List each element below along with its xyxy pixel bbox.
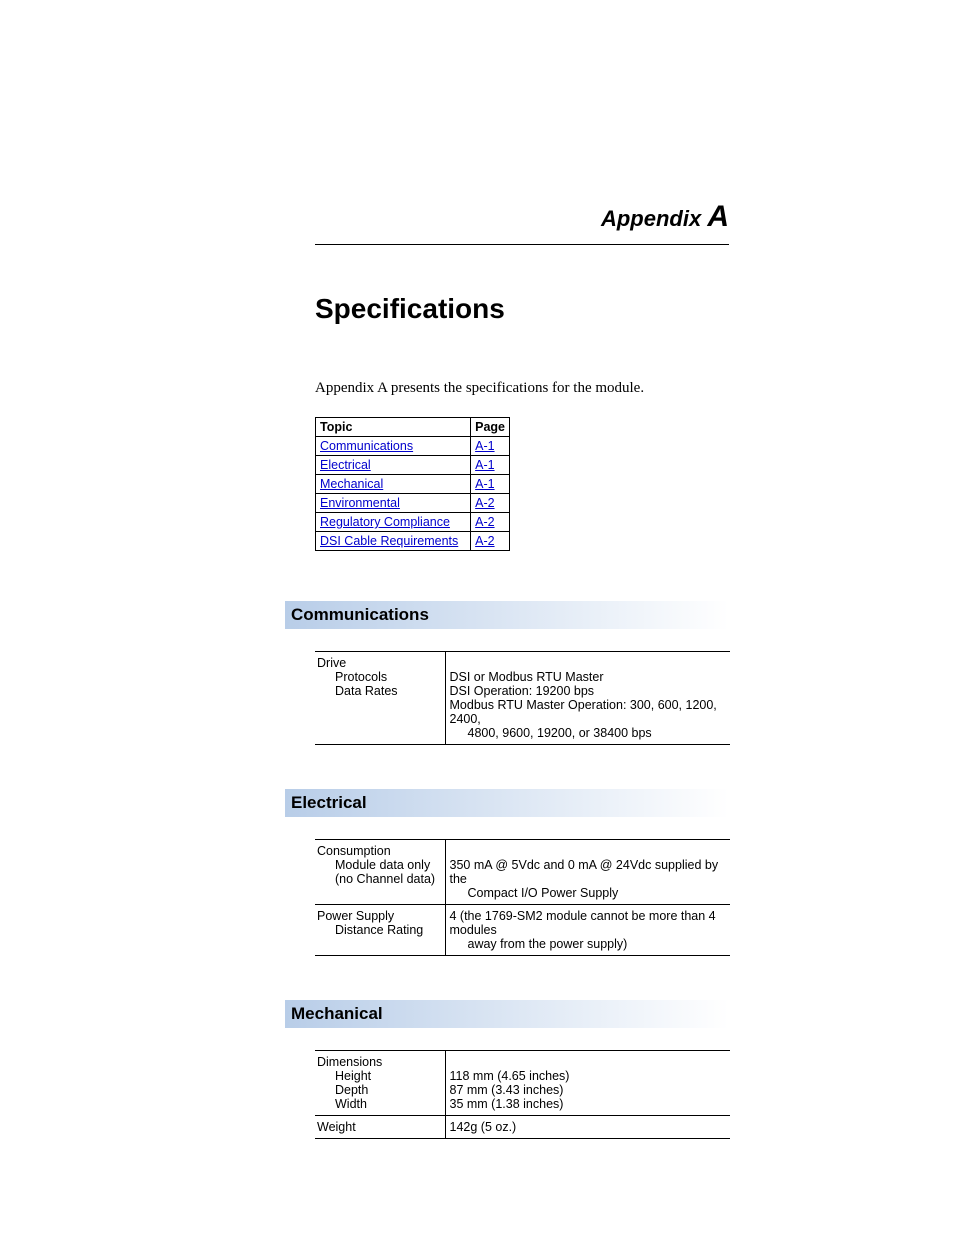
section-heading-mechanical: Mechanical xyxy=(285,1000,729,1028)
label-drive: Drive xyxy=(317,656,346,670)
val-height: 118 mm (4.65 inches) xyxy=(450,1069,570,1083)
page-link[interactable]: A-1 xyxy=(475,439,494,453)
appendix-letter: A xyxy=(707,200,729,233)
table-row: DSI Cable Requirements A-2 xyxy=(316,532,510,551)
section-heading-electrical: Electrical xyxy=(285,789,729,817)
label-module-data: Module data only xyxy=(317,858,441,872)
table-row: Regulatory Compliance A-2 xyxy=(316,513,510,532)
label-dimensions: Dimensions xyxy=(317,1055,382,1069)
topic-link-dsi-cable[interactable]: DSI Cable Requirements xyxy=(320,534,458,548)
page-link[interactable]: A-1 xyxy=(475,477,494,491)
table-row: Communications A-1 xyxy=(316,437,510,456)
page-link[interactable]: A-2 xyxy=(475,496,494,510)
topic-link-electrical[interactable]: Electrical xyxy=(320,458,371,472)
label-protocols: Protocols xyxy=(317,670,441,684)
label-weight: Weight xyxy=(317,1120,356,1134)
label-consumption: Consumption xyxy=(317,844,391,858)
topic-header-page: Page xyxy=(471,418,510,437)
table-row: Environmental A-2 xyxy=(316,494,510,513)
val-protocols: DSI or Modbus RTU Master xyxy=(450,670,604,684)
label-distance-rating: Distance Rating xyxy=(317,923,441,937)
table-row: Mechanical A-1 xyxy=(316,475,510,494)
label-power-supply: Power Supply xyxy=(317,909,394,923)
mechanical-table: Dimensions Height Depth Width 118 mm (4.… xyxy=(315,1050,730,1139)
page-link[interactable]: A-2 xyxy=(475,515,494,529)
page-title: Specifications xyxy=(315,293,729,325)
section-heading-communications: Communications xyxy=(285,601,729,629)
val-consumption2: Compact I/O Power Supply xyxy=(450,886,729,900)
page-link[interactable]: A-1 xyxy=(475,458,494,472)
label-no-channel: (no Channel data) xyxy=(317,872,441,886)
topic-link-mechanical[interactable]: Mechanical xyxy=(320,477,383,491)
communications-table: Drive Protocols Data Rates DSI or Modbus… xyxy=(315,651,730,745)
electrical-table: Consumption Module data only (no Channel… xyxy=(315,839,730,956)
appendix-label: Appendix xyxy=(601,206,701,231)
val-ps-dist2: away from the power supply) xyxy=(450,937,729,951)
topic-link-regulatory[interactable]: Regulatory Compliance xyxy=(320,515,450,529)
label-height: Height xyxy=(317,1069,441,1083)
val-modbus-op: Modbus RTU Master Operation: 300, 600, 1… xyxy=(450,698,717,726)
val-modbus-op2: 4800, 9600, 19200, or 38400 bps xyxy=(450,726,729,740)
label-depth: Depth xyxy=(317,1083,441,1097)
val-consumption: 350 mA @ 5Vdc and 0 mA @ 24Vdc supplied … xyxy=(450,858,719,886)
val-ps-dist: 4 (the 1769-SM2 module cannot be more th… xyxy=(450,909,716,937)
intro-text: Appendix A presents the specifications f… xyxy=(315,380,729,397)
val-depth: 87 mm (3.43 inches) xyxy=(450,1083,564,1097)
appendix-header: Appendix A xyxy=(315,200,729,245)
table-row: Electrical A-1 xyxy=(316,456,510,475)
topic-link-environmental[interactable]: Environmental xyxy=(320,496,400,510)
topic-table: Topic Page Communications A-1 Electrical… xyxy=(315,417,510,551)
topic-link-communications[interactable]: Communications xyxy=(320,439,413,453)
label-width: Width xyxy=(317,1097,441,1111)
val-dsi-op: DSI Operation: 19200 bps xyxy=(450,684,595,698)
label-data-rates: Data Rates xyxy=(317,684,441,698)
val-width: 35 mm (1.38 inches) xyxy=(450,1097,564,1111)
val-weight: 142g (5 oz.) xyxy=(450,1120,517,1134)
topic-header-topic: Topic xyxy=(316,418,471,437)
page-link[interactable]: A-2 xyxy=(475,534,494,548)
